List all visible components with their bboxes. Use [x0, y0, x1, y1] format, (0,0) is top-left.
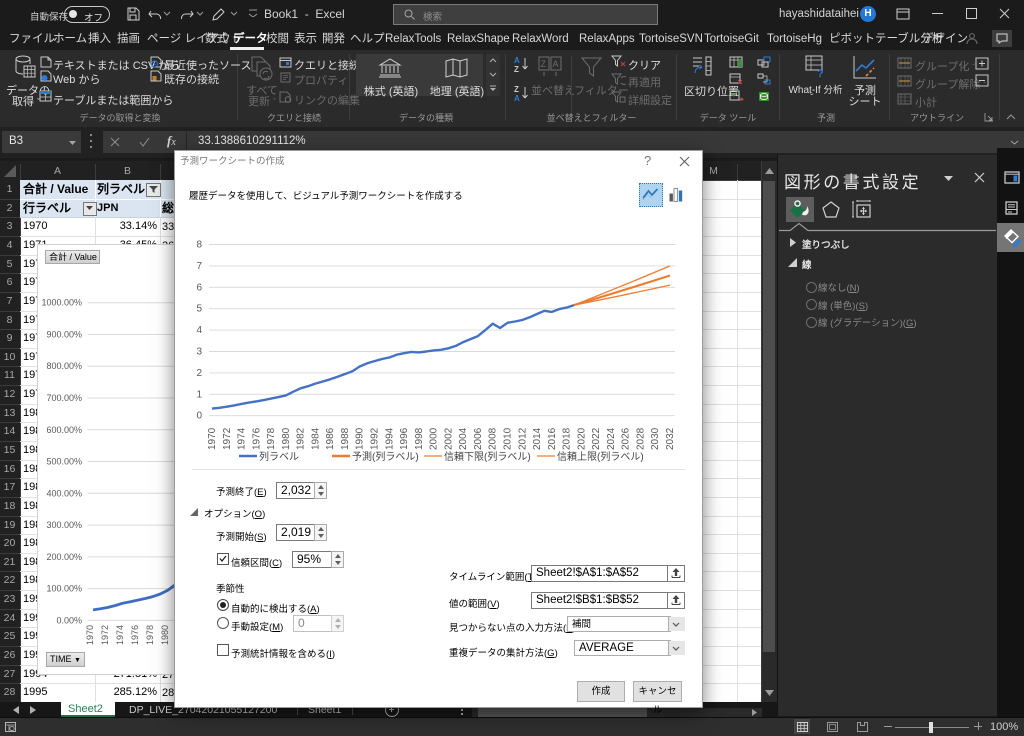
svg-text:1974: 1974 [115, 625, 125, 645]
svg-text:1990: 1990 [355, 427, 366, 450]
svg-text:1980: 1980 [160, 625, 170, 645]
svg-text:2002: 2002 [443, 427, 454, 450]
svg-text:100.00%: 100.00% [46, 584, 82, 594]
svg-text:2018: 2018 [562, 427, 573, 450]
svg-text:3: 3 [196, 347, 202, 358]
svg-text:Z: Z [514, 65, 519, 73]
svg-text:予測(列ラベル): 予測(列ラベル) [352, 450, 419, 462]
svg-text:2026: 2026 [621, 427, 632, 450]
svg-text:2004: 2004 [458, 427, 469, 450]
svg-text:1978: 1978 [266, 427, 277, 450]
svg-text:400.00%: 400.00% [46, 488, 82, 498]
svg-text:800.00%: 800.00% [46, 361, 82, 371]
svg-text:2016: 2016 [547, 427, 558, 450]
svg-text:5: 5 [196, 304, 202, 315]
svg-text:2022: 2022 [591, 427, 602, 450]
svg-text:1974: 1974 [237, 427, 248, 450]
svg-text:0.00%: 0.00% [56, 615, 82, 625]
svg-text:700.00%: 700.00% [46, 393, 82, 403]
svg-text:300.00%: 300.00% [46, 520, 82, 530]
svg-text:A: A [553, 59, 559, 69]
svg-text:6: 6 [196, 282, 202, 293]
svg-text:1976: 1976 [130, 625, 140, 645]
svg-text:2030: 2030 [650, 427, 661, 450]
svg-text:2: 2 [196, 368, 202, 379]
svg-text:1986: 1986 [325, 427, 336, 450]
svg-text:2000: 2000 [429, 427, 440, 450]
svg-text:1000.00%: 1000.00% [41, 298, 82, 308]
svg-text:200.00%: 200.00% [46, 552, 82, 562]
svg-text:600.00%: 600.00% [46, 425, 82, 435]
svg-text:Z: Z [541, 59, 547, 69]
svg-text:1978: 1978 [145, 625, 155, 645]
svg-text:1982: 1982 [296, 427, 307, 450]
svg-text:1970: 1970 [207, 427, 218, 450]
svg-text:2008: 2008 [488, 427, 499, 450]
svg-text:?: ? [817, 68, 824, 79]
svg-text:900.00%: 900.00% [46, 330, 82, 340]
svg-text:500.00%: 500.00% [46, 457, 82, 467]
svg-text:1972: 1972 [222, 427, 233, 450]
svg-text:8: 8 [196, 240, 202, 251]
svg-text:A: A [514, 56, 520, 65]
svg-text:1972: 1972 [100, 625, 110, 645]
svg-text:2028: 2028 [635, 427, 646, 450]
svg-text:1998: 1998 [414, 427, 425, 450]
svg-text:Z: Z [514, 85, 519, 94]
svg-text:列ラベル: 列ラベル [259, 450, 299, 462]
svg-text:2012: 2012 [517, 427, 528, 450]
svg-text:信頼下限(列ラベル): 信頼下限(列ラベル) [444, 450, 531, 462]
svg-text:A: A [514, 94, 520, 102]
svg-text:7: 7 [196, 261, 202, 272]
svg-text:2014: 2014 [532, 427, 543, 450]
svg-text:1994: 1994 [384, 427, 395, 450]
svg-text:1: 1 [196, 389, 202, 400]
svg-text:2006: 2006 [473, 427, 484, 450]
svg-text:信頼上限(列ラベル): 信頼上限(列ラベル) [557, 450, 644, 462]
svg-text:1984: 1984 [310, 427, 321, 450]
svg-text:1970: 1970 [85, 625, 95, 645]
svg-text:1992: 1992 [370, 427, 381, 450]
svg-text:1996: 1996 [399, 427, 410, 450]
svg-text:2010: 2010 [503, 427, 514, 450]
svg-text:1988: 1988 [340, 427, 351, 450]
svg-text:0: 0 [196, 411, 202, 422]
svg-text:2024: 2024 [606, 427, 617, 450]
svg-text:2032: 2032 [665, 427, 676, 450]
svg-text:1980: 1980 [281, 427, 292, 450]
svg-text:2020: 2020 [576, 427, 587, 450]
svg-text:1976: 1976 [251, 427, 262, 450]
svg-text:4: 4 [196, 325, 202, 336]
